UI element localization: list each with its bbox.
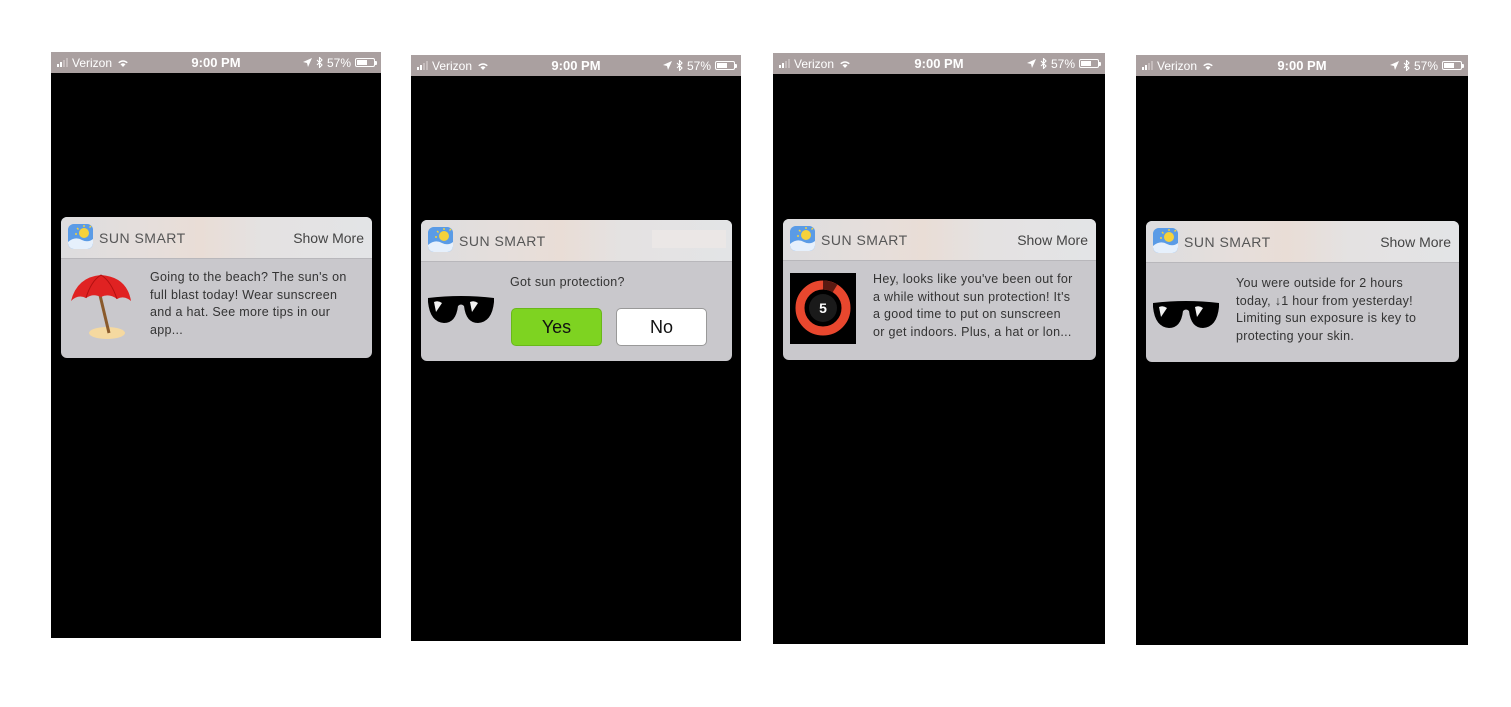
app-name: SUN SMART <box>459 233 546 249</box>
phone-screen-3: Verizon 9:00 PM 57% SUN SMART Show More <box>773 53 1105 644</box>
battery-percent: 57% <box>1050 56 1075 71</box>
message-line: protecting your skin. <box>1236 328 1355 343</box>
sunglasses-icon <box>426 292 496 326</box>
no-button[interactable]: No <box>616 308 707 346</box>
notification-card[interactable]: SUN SMART Show More Going to the beach? … <box>61 217 372 358</box>
sun-smart-app-icon <box>428 227 453 252</box>
question-text: Got sun protection? <box>510 275 625 289</box>
status-bar: Verizon 9:00 PM 57% <box>51 52 381 73</box>
message-line: Limiting sun exposure is key to <box>1236 311 1417 325</box>
yes-button[interactable]: Yes <box>511 308 602 346</box>
message-line: Going to the beach? The sun's on <box>150 270 347 284</box>
status-bar: Verizon 9:00 PM 57% <box>411 55 741 76</box>
bluetooth-icon <box>676 60 683 71</box>
notification-message: Hey, looks like you've been out for a wh… <box>873 271 1091 341</box>
battery-icon <box>355 58 377 67</box>
notification-header: SUN SMART Show More <box>61 217 372 259</box>
notification-card[interactable]: SUN SMART Show More You were outside for… <box>1146 221 1459 362</box>
app-name: SUN SMART <box>821 232 908 248</box>
notification-message: Going to the beach? The sun's on full bl… <box>150 269 365 339</box>
phone-screen-2: Verizon 9:00 PM 57% SUN SMART Got sun pr… <box>411 55 741 641</box>
message-line: or get indoors. Plus, a hat or lon... <box>873 324 1072 339</box>
battery-percent: 57% <box>326 55 351 70</box>
message-line: app... <box>150 322 184 337</box>
notification-header: SUN SMART Show More <box>1146 221 1459 263</box>
notification-message: You were outside for 2 hours today, ↓1 h… <box>1236 275 1454 345</box>
show-more-button[interactable]: Show More <box>1017 232 1088 248</box>
app-name: SUN SMART <box>1184 234 1271 250</box>
location-arrow-icon <box>662 61 672 70</box>
message-line: a while without sun protection! It's <box>873 289 1071 304</box>
status-right: 57% <box>1389 55 1464 76</box>
message-line: today, ↓1 hour from yesterday! <box>1236 293 1413 308</box>
status-bar: Verizon 9:00 PM 57% <box>773 53 1105 74</box>
notification-header: SUN SMART Show More <box>783 219 1096 261</box>
location-arrow-icon <box>1026 59 1036 68</box>
status-right: 57% <box>1026 53 1101 74</box>
bluetooth-icon <box>1403 60 1410 71</box>
notification-card[interactable]: SUN SMART Got sun protection? Yes No <box>421 220 732 361</box>
app-name: SUN SMART <box>99 230 186 246</box>
message-line: You were outside for 2 hours <box>1236 276 1404 290</box>
show-more-button[interactable]: Show More <box>293 230 364 246</box>
notification-card[interactable]: SUN SMART Show More 5 Hey, looks like yo… <box>783 219 1096 360</box>
phone-screen-4: Verizon 9:00 PM 57% SUN SMART Show More … <box>1136 55 1468 645</box>
message-line: and a hat. See more tips in our <box>150 305 331 319</box>
status-bar: Verizon 9:00 PM 57% <box>1136 55 1468 76</box>
beach-umbrella-icon <box>71 274 131 339</box>
status-right: 57% <box>302 52 377 73</box>
countdown-ring-icon: 5 <box>790 273 856 344</box>
notification-header: SUN SMART <box>421 220 732 262</box>
sun-smart-app-icon <box>68 224 93 249</box>
bluetooth-icon <box>1040 58 1047 69</box>
header-blur-area <box>652 230 726 248</box>
sun-smart-app-icon <box>790 226 815 251</box>
bluetooth-icon <box>316 57 323 68</box>
message-line: Hey, looks like you've been out for <box>873 272 1073 286</box>
status-right: 57% <box>662 55 737 76</box>
message-line: full blast today! Wear sunscreen <box>150 287 338 302</box>
battery-icon <box>1079 59 1101 68</box>
sun-smart-app-icon <box>1153 228 1178 253</box>
message-line: a good time to put on sunscreen <box>873 307 1061 321</box>
phone-screen-1: Verizon 9:00 PM 57% SUN SMART Show More … <box>51 52 381 638</box>
battery-percent: 57% <box>686 58 711 73</box>
sunglasses-icon <box>1151 297 1221 331</box>
battery-icon <box>1442 61 1464 70</box>
location-arrow-icon <box>1389 61 1399 70</box>
location-arrow-icon <box>302 58 312 67</box>
battery-percent: 57% <box>1413 58 1438 73</box>
ring-value: 5 <box>819 300 827 316</box>
battery-icon <box>715 61 737 70</box>
show-more-button[interactable]: Show More <box>1380 234 1451 250</box>
